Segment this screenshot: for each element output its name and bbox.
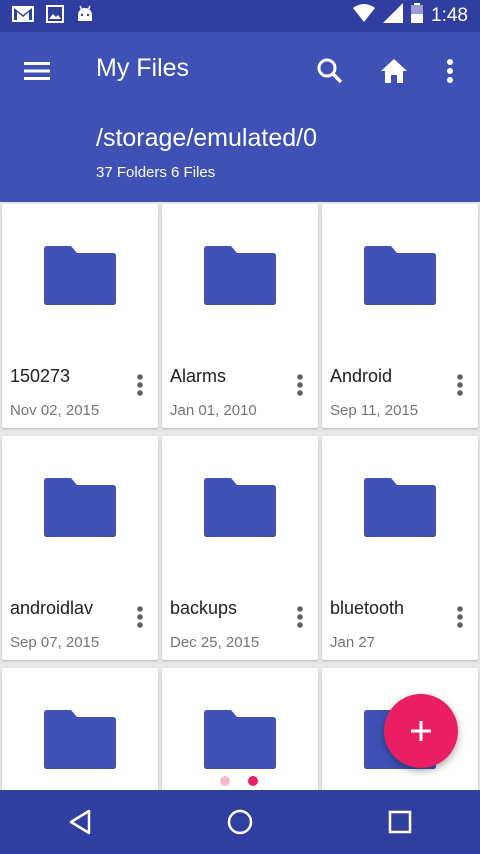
- folder-name: bluetooth: [330, 598, 405, 618]
- folder-date: Jan 27: [330, 634, 376, 651]
- search-button[interactable]: [313, 54, 347, 88]
- folder-icon: [204, 246, 276, 305]
- folder-date: Sep 07, 2015: [10, 634, 100, 651]
- folder-name: backups: [170, 598, 238, 618]
- status-notifications: [0, 4, 94, 28]
- folder-name: Alarms: [170, 366, 227, 386]
- home-nav-button[interactable]: [210, 797, 270, 847]
- folder-date: Dec 25, 2015: [170, 634, 260, 651]
- current-path: /storage/emulated/0: [96, 124, 317, 152]
- page-indicator: [220, 776, 258, 786]
- folder-date: Sep 11, 2015: [330, 402, 419, 419]
- image-icon: [46, 4, 64, 28]
- item-more-button[interactable]: [128, 370, 152, 400]
- android-icon: [76, 5, 94, 28]
- item-more-button[interactable]: [448, 370, 472, 400]
- more-vert-icon: [297, 374, 303, 396]
- back-icon: [69, 809, 91, 835]
- more-vert-icon: [447, 59, 453, 83]
- signal-icon: [383, 3, 404, 29]
- app-title: My Files: [96, 54, 190, 82]
- back-button[interactable]: [50, 797, 110, 847]
- status-system: 1:48: [353, 3, 480, 29]
- folder-card[interactable]: Alarms Jan 01, 2010: [162, 204, 318, 428]
- folder-icon: [364, 478, 436, 537]
- folder-file-count: 37 Folders 6 Files: [96, 164, 216, 181]
- folder-name: 150273: [10, 366, 71, 386]
- folder-icon: [44, 478, 116, 537]
- folder-card[interactable]: androidlav Sep 07, 2015: [2, 436, 158, 660]
- folder-card[interactable]: bluetooth Jan 27: [322, 436, 478, 660]
- recents-icon: [388, 810, 412, 834]
- folder-icon: [44, 246, 116, 305]
- folder-card[interactable]: backups Dec 25, 2015: [162, 436, 318, 660]
- wifi-icon: [353, 4, 376, 28]
- item-more-button[interactable]: [128, 602, 152, 632]
- gmail-icon: [12, 5, 34, 27]
- folder-icon: [364, 246, 436, 305]
- home-circle-icon: [227, 809, 253, 835]
- menu-button[interactable]: [22, 56, 52, 86]
- status-time: 1:48: [431, 5, 468, 26]
- folder-name: Android: [330, 366, 393, 386]
- add-icon: [411, 721, 431, 741]
- page-dot[interactable]: [220, 776, 230, 786]
- system-nav-bar: [0, 790, 480, 854]
- menu-icon: [24, 62, 50, 80]
- recents-button[interactable]: [370, 797, 430, 847]
- folder-card[interactable]: Android Sep 11, 2015: [322, 204, 478, 428]
- add-fab-button[interactable]: [384, 694, 458, 768]
- folder-icon: [44, 710, 116, 769]
- item-more-button[interactable]: [448, 602, 472, 632]
- folder-card[interactable]: [162, 668, 318, 790]
- folder-card[interactable]: 150273 Nov 02, 2015: [2, 204, 158, 428]
- home-button[interactable]: [377, 54, 411, 88]
- home-icon: [381, 59, 407, 83]
- page-dot-active[interactable]: [248, 776, 258, 786]
- folder-card[interactable]: [2, 668, 158, 790]
- item-more-button[interactable]: [288, 602, 312, 632]
- more-vert-icon: [137, 606, 143, 628]
- folder-date: Nov 02, 2015: [10, 402, 100, 419]
- item-more-button[interactable]: [288, 370, 312, 400]
- folder-date: Jan 01, 2010: [170, 402, 257, 419]
- more-vert-icon: [457, 374, 463, 396]
- more-vert-icon: [457, 606, 463, 628]
- search-icon: [317, 58, 343, 84]
- folder-icon: [204, 710, 276, 769]
- battery-icon: [411, 3, 424, 29]
- more-vert-icon: [137, 374, 143, 396]
- app-bar: My Files /storage/emulated/0 37 Folders …: [0, 32, 480, 202]
- overflow-menu-button[interactable]: [433, 54, 467, 88]
- folder-name: androidlav: [10, 598, 94, 618]
- folder-icon: [204, 478, 276, 537]
- more-vert-icon: [297, 606, 303, 628]
- status-bar: 1:48: [0, 0, 480, 32]
